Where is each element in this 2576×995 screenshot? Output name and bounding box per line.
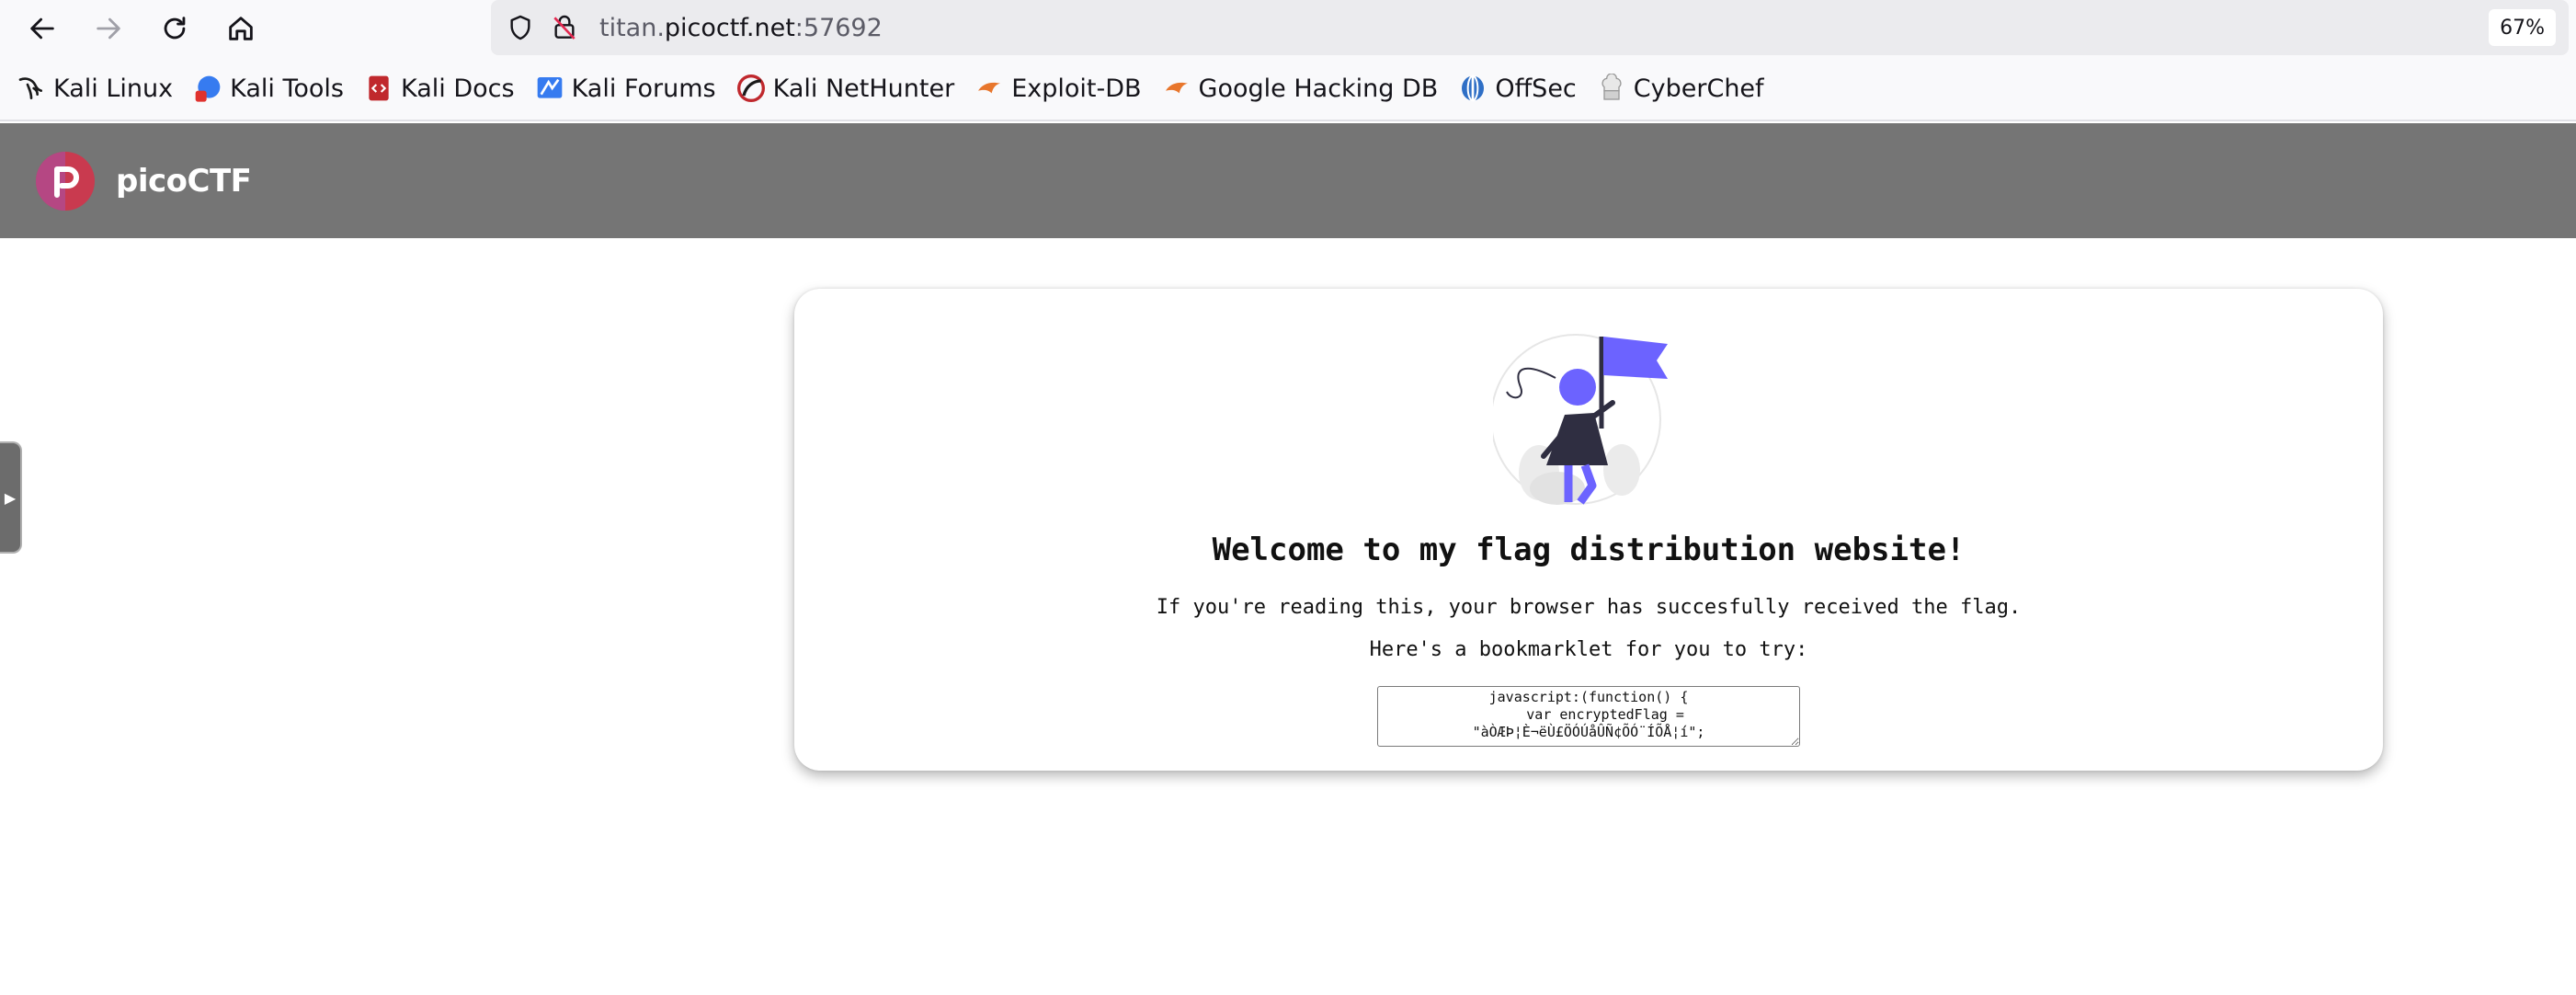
bookmark-label: Kali Forums (571, 74, 716, 103)
forward-arrow-icon (97, 17, 120, 40)
flag-girl-illustration (1493, 334, 1668, 505)
bookmark-label: Google Hacking DB (1198, 74, 1439, 103)
shield-icon[interactable] (502, 9, 539, 46)
url-domain: picoctf.net (664, 13, 795, 42)
bookmark-label: Kali NetHunter (772, 74, 955, 103)
content-card: Welcome to my flag distribution website!… (794, 289, 2383, 771)
url-bar[interactable]: titan.picoctf.net:57692 67% (491, 0, 2569, 55)
bookmark-kali-linux[interactable]: Kali Linux (17, 74, 173, 103)
sidebar-toggle[interactable]: ▶ (0, 441, 22, 554)
reload-button[interactable] (151, 5, 199, 52)
bookmarklet-textarea[interactable]: javascript:(function() { var encryptedFl… (1377, 686, 1800, 747)
insecure-lock-icon[interactable] (546, 9, 583, 46)
brand-name[interactable]: picoCTF (116, 163, 252, 200)
bookmark-kali-docs[interactable]: Kali Docs (364, 74, 515, 103)
home-button[interactable] (217, 5, 265, 52)
bookmark-label: OffSec (1495, 74, 1577, 103)
bookmark-kali-nethunter[interactable]: Kali NetHunter (736, 74, 955, 103)
bookmark-label: CyberChef (1633, 74, 1764, 103)
flag-received-text: If you're reading this, your browser has… (1156, 596, 2022, 619)
zoom-indicator[interactable]: 67% (2489, 9, 2556, 46)
exploit-db-icon (975, 74, 1004, 103)
site-header: picoCTF (0, 123, 2576, 238)
picoctf-logo-icon[interactable] (35, 151, 96, 212)
kali-tools-icon (193, 74, 222, 103)
bookmark-ghdb[interactable]: Google Hacking DB (1162, 74, 1439, 103)
url-text[interactable]: titan.picoctf.net:57692 (599, 14, 883, 42)
bookmark-cyberchef[interactable]: CyberChef (1597, 74, 1764, 103)
page-title: Welcome to my flag distribution website! (1212, 532, 1966, 568)
kali-nethunter-icon (736, 74, 766, 103)
bookmark-label: Exploit-DB (1011, 74, 1142, 103)
caret-right-icon: ▶ (4, 488, 17, 507)
home-icon (229, 17, 253, 40)
url-prefix: titan. (599, 13, 665, 42)
ghdb-icon (1162, 74, 1191, 103)
bookmark-exploit-db[interactable]: Exploit-DB (975, 74, 1142, 103)
bookmark-label: Kali Docs (400, 74, 515, 103)
bookmark-kali-tools[interactable]: Kali Tools (193, 74, 344, 103)
url-port: :57692 (794, 13, 883, 42)
bookmarks-toolbar: Kali Linux Kali Tools Kali Docs Kali For… (0, 57, 2576, 121)
bookmark-offsec[interactable]: OffSec (1458, 74, 1577, 103)
kali-docs-icon (364, 74, 393, 103)
back-arrow-icon (30, 17, 54, 40)
kali-dragon-icon (17, 74, 46, 103)
bookmark-kali-forums[interactable]: Kali Forums (535, 74, 716, 103)
back-button[interactable] (18, 5, 66, 52)
bookmark-label: Kali Tools (230, 74, 344, 103)
bookmarklet-intro-text: Here's a bookmarklet for you to try: (1369, 638, 1808, 661)
forward-button[interactable] (85, 5, 132, 52)
bookmark-label: Kali Linux (53, 74, 174, 103)
reload-icon (164, 17, 186, 40)
kali-forums-icon (535, 74, 564, 103)
offsec-icon (1458, 74, 1487, 103)
browser-toolbar: titan.picoctf.net:57692 67% (0, 0, 2576, 57)
cyberchef-icon (1597, 74, 1626, 103)
